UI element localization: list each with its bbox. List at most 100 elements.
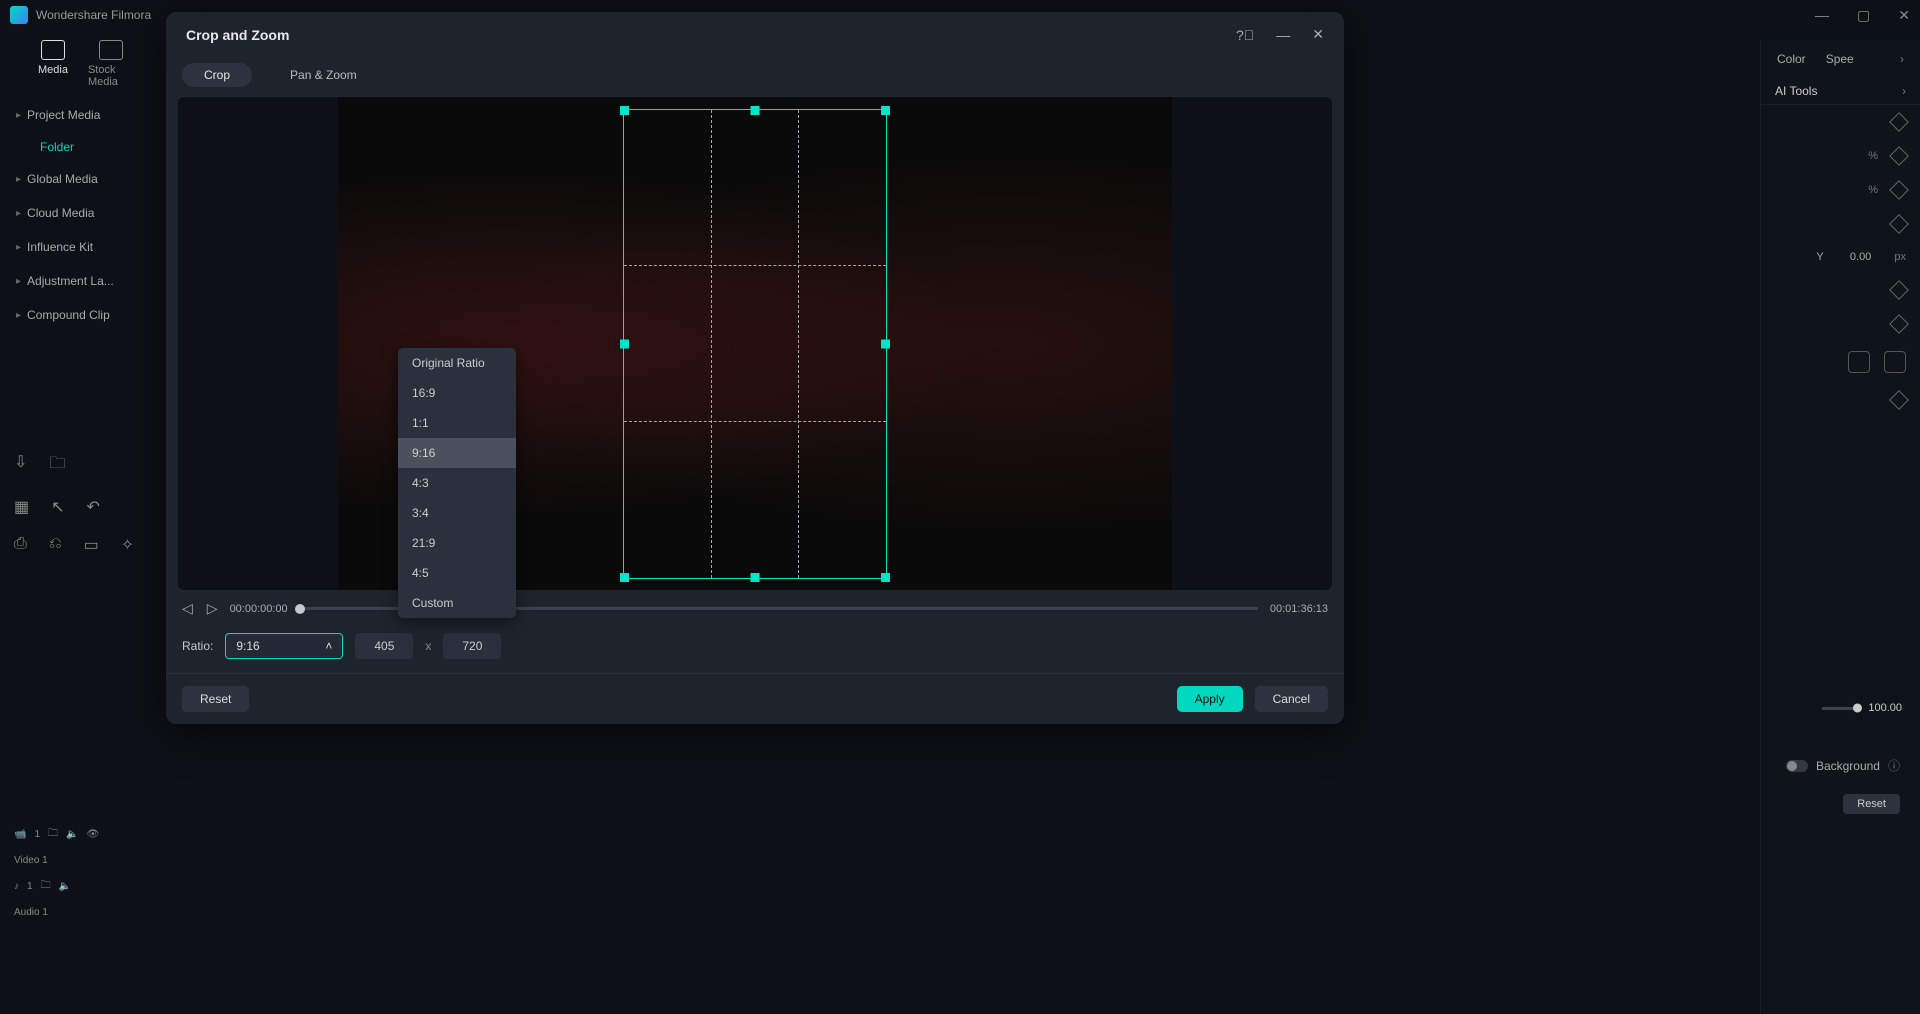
height-input[interactable]: 720 — [443, 633, 501, 659]
help-icon[interactable]: ?⃝ — [1236, 27, 1254, 43]
close-icon[interactable]: ✕ — [1312, 26, 1324, 43]
handle-mid-left[interactable] — [620, 339, 629, 348]
ratio-option-4-5[interactable]: 4:5 — [398, 558, 516, 588]
mute-icon[interactable]: 🔈 — [66, 829, 78, 840]
ratio-option-21-9[interactable]: 21:9 — [398, 528, 516, 558]
ai-tools-label[interactable]: AI Tools — [1775, 84, 1817, 98]
audio-track-label: ♪1🗀🔈 — [0, 872, 140, 901]
chevron-up-icon: ˄ — [325, 639, 332, 653]
eye-icon[interactable]: 👁 — [86, 829, 99, 840]
property-row: % — [1761, 139, 1920, 173]
keyframe-icon[interactable] — [1889, 390, 1909, 410]
maximize-icon[interactable]: ▢ — [1857, 7, 1870, 24]
chevron-right-icon[interactable]: › — [1900, 52, 1904, 66]
keyframe-icon[interactable] — [1889, 112, 1909, 132]
import-icon[interactable]: ⇩ — [14, 452, 27, 479]
sidebar-item-influence-kit[interactable]: ▸Influence Kit — [8, 230, 146, 264]
property-row — [1761, 207, 1920, 241]
handle-top-left[interactable] — [620, 106, 629, 115]
minimize-icon[interactable]: — — [1276, 27, 1290, 43]
undo-icon[interactable]: ↶ — [87, 497, 100, 517]
info-icon[interactable]: ⓘ — [1888, 757, 1900, 774]
ratio-select-value: 9:16 — [236, 639, 259, 653]
handle-bottom-mid[interactable] — [751, 573, 760, 582]
property-row — [1761, 307, 1920, 341]
tab-pan-zoom[interactable]: Pan & Zoom — [268, 63, 379, 87]
minimize-icon[interactable]: — — [1815, 7, 1829, 24]
tab-color[interactable]: Color — [1777, 52, 1806, 66]
tool3-icon[interactable]: ▭ — [84, 535, 99, 555]
crop-zoom-dialog: Crop and Zoom ?⃝ — ✕ Crop Pan & Zoom Ori… — [166, 12, 1344, 724]
sidebar-item-cloud-media[interactable]: ▸Cloud Media — [8, 196, 146, 230]
apply-button[interactable]: Apply — [1177, 686, 1243, 712]
sidebar-item-adjustment-layer[interactable]: ▸Adjustment La... — [8, 264, 146, 298]
mute-icon[interactable]: 🔈 — [59, 881, 71, 892]
ratio-option-9-16[interactable]: 9:16 — [398, 438, 516, 468]
reset-properties-button[interactable]: Reset — [1843, 794, 1900, 814]
background-toggle[interactable] — [1786, 760, 1808, 772]
keyframe-icon[interactable] — [1889, 280, 1909, 300]
handle-bottom-right[interactable] — [881, 573, 890, 582]
crop-icon[interactable] — [1848, 351, 1870, 373]
property-row — [1761, 383, 1920, 417]
handle-top-mid[interactable] — [751, 106, 760, 115]
keyframe-icon[interactable] — [1889, 180, 1909, 200]
chevron-right-icon: ▸ — [16, 310, 21, 321]
close-window-icon[interactable]: ✕ — [1898, 7, 1910, 24]
sidebar-item-project-media[interactable]: ▸Project Media — [8, 98, 146, 132]
tool4-icon[interactable]: ✧ — [121, 535, 134, 555]
crop-box[interactable] — [623, 109, 887, 579]
cancel-button[interactable]: Cancel — [1255, 686, 1328, 712]
playback-bar: ◁ ▷ 00:00:00:00 00:01:36:13 — [166, 590, 1344, 627]
tool1-icon[interactable]: ⎙ — [14, 535, 27, 555]
video-icon[interactable]: 📹 — [14, 829, 26, 840]
ratio-option-custom[interactable]: Custom — [398, 588, 516, 618]
opacity-value: 100.00 — [1868, 702, 1902, 714]
chevron-right-icon: ▸ — [16, 174, 21, 185]
app-title: Wondershare Filmora — [36, 8, 151, 22]
width-input[interactable]: 405 — [355, 633, 413, 659]
tab-media[interactable]: Media — [38, 40, 68, 88]
opacity-slider[interactable] — [1822, 707, 1858, 710]
keyframe-icon[interactable] — [1889, 214, 1909, 234]
grid-icon[interactable]: ▦ — [14, 497, 29, 517]
keyframe-icon[interactable] — [1889, 314, 1909, 334]
flip-icon[interactable] — [1884, 351, 1906, 373]
play-icon[interactable]: ▷ — [207, 600, 218, 617]
tab-stock-media[interactable]: Stock Media — [88, 40, 134, 88]
cursor-icon[interactable]: ↖ — [51, 497, 64, 517]
handle-bottom-left[interactable] — [620, 573, 629, 582]
ratio-option-4-3[interactable]: 4:3 — [398, 468, 516, 498]
ratio-option-16-9[interactable]: 16:9 — [398, 378, 516, 408]
chevron-right-icon: ▸ — [16, 242, 21, 253]
tab-crop[interactable]: Crop — [182, 63, 252, 87]
folder-icon[interactable]: 🗀 — [41, 878, 51, 895]
reset-button[interactable]: Reset — [182, 686, 249, 712]
new-folder-icon[interactable]: 🗀 — [49, 452, 65, 479]
ratio-option-original[interactable]: Original Ratio — [398, 348, 516, 378]
crop-preview[interactable] — [178, 97, 1332, 590]
dialog-title: Crop and Zoom — [186, 27, 289, 43]
tool2-icon[interactable]: ⎌ — [49, 535, 62, 555]
sidebar-folder[interactable]: Folder — [8, 132, 146, 162]
background-row: Background ⓘ — [1786, 757, 1900, 774]
sidebar-item-compound-clip[interactable]: ▸Compound Clip — [8, 298, 146, 332]
tab-stock-label: Stock Media — [88, 64, 134, 88]
folder-icon[interactable]: 🗀 — [48, 826, 58, 843]
audio-icon[interactable]: ♪ — [14, 881, 19, 892]
chevron-right-icon: ▸ — [16, 110, 21, 121]
sidebar-item-global-media[interactable]: ▸Global Media — [8, 162, 146, 196]
chevron-right-icon[interactable]: › — [1902, 84, 1906, 98]
ratio-option-1-1[interactable]: 1:1 — [398, 408, 516, 438]
ratio-option-3-4[interactable]: 3:4 — [398, 498, 516, 528]
ratio-select[interactable]: 9:16 ˄ — [225, 633, 343, 659]
handle-top-right[interactable] — [881, 106, 890, 115]
keyframe-icon[interactable] — [1889, 146, 1909, 166]
stock-media-icon — [99, 40, 123, 60]
media-icon — [41, 40, 65, 60]
tab-speed[interactable]: Spee — [1826, 52, 1854, 66]
handle-mid-right[interactable] — [881, 339, 890, 348]
opacity-slider-row: 100.00 — [1822, 702, 1902, 714]
prev-frame-icon[interactable]: ◁ — [182, 600, 193, 617]
progress-thumb[interactable] — [295, 604, 305, 614]
